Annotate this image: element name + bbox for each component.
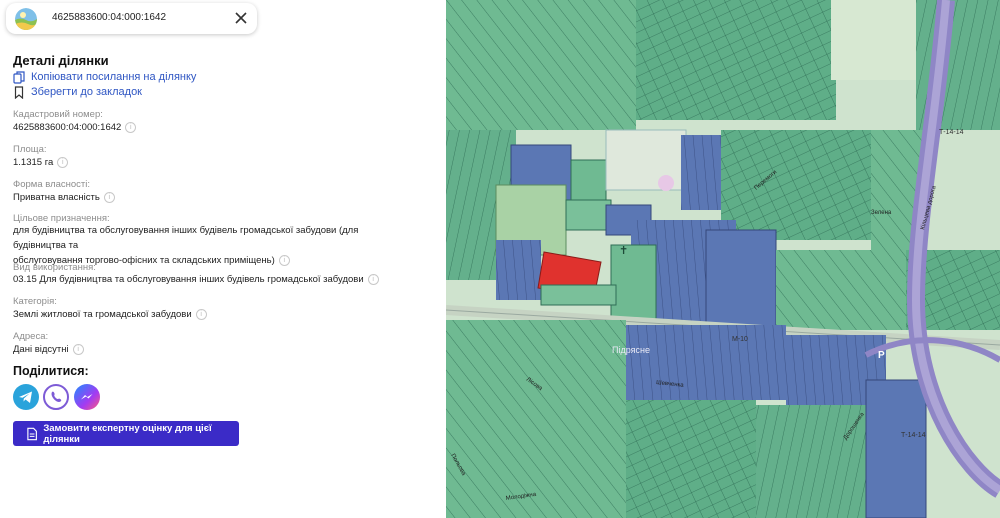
usage-value: 03.15 Для будівництва та обслуговування … (13, 272, 413, 287)
category-label: Категорія: (13, 296, 57, 307)
order-evaluation-button[interactable]: Замовити експертну оцінку для цієї ділян… (13, 421, 239, 446)
cadastral-map[interactable]: ✝ Т-14-14 Т-14-14 М-10 Підрясне P Шевчен… (446, 0, 1000, 518)
info-icon[interactable]: i (195, 308, 207, 320)
address-label: Адреса: (13, 331, 49, 342)
info-icon[interactable]: i (278, 254, 290, 266)
parcel-blue (705, 229, 777, 331)
app-logo-icon (15, 8, 37, 30)
ownership-value: Приватна власність i (13, 190, 413, 205)
area-value: 1.1315 га i (13, 155, 413, 170)
road-label-m10: М-10 (732, 336, 748, 343)
parcel-block (721, 130, 871, 240)
parcel-block (626, 400, 756, 518)
close-icon[interactable] (233, 10, 249, 26)
area-label: Площа: (13, 144, 47, 155)
point-of-interest (658, 175, 674, 191)
district-label: Підрясне (612, 345, 650, 355)
copy-link-button[interactable]: Копіювати посилання на ділянку (13, 70, 196, 84)
parcel-blue (626, 325, 786, 400)
parcel-green (540, 284, 617, 306)
details-title: Деталі ділянки (13, 53, 109, 68)
ownership-label: Форма власності: (13, 179, 91, 190)
parcel-green (610, 244, 657, 326)
share-title: Поділитися: (13, 364, 89, 378)
bookmark-label: Зберегти до закладок (31, 86, 142, 98)
copy-icon (13, 70, 25, 84)
parcel-blue (865, 379, 927, 518)
cadastral-value: 4625883600:04:000:1642 i (13, 120, 413, 135)
road-label-t1414: Т-14-14 (939, 129, 964, 136)
parcel-green (565, 199, 612, 231)
info-icon[interactable]: i (72, 343, 84, 355)
bookmark-icon (14, 85, 24, 99)
parcel-block (446, 320, 626, 518)
messenger-icon[interactable] (74, 384, 100, 410)
viber-icon[interactable] (43, 384, 69, 410)
order-evaluation-label: Замовити експертну оцінку для цієї ділян… (43, 422, 212, 445)
parcel-block (776, 250, 906, 330)
parcel-blue (681, 135, 721, 210)
church-icon: ✝ (619, 245, 628, 257)
bookmark-button[interactable]: Зберегти до закладок (13, 85, 142, 99)
cadastral-label: Кадастровий номер: (13, 109, 103, 120)
info-icon[interactable]: i (125, 121, 137, 133)
parking-icon: P (878, 350, 885, 361)
open-area (605, 129, 687, 191)
address-value: Дані відсутні i (13, 342, 413, 357)
purpose-line-1: для будівництва та обслуговування інших … (13, 225, 359, 251)
road-label-t1414-south: Т-14-14 (901, 432, 926, 439)
parcel-block (636, 0, 836, 120)
parcel-block (446, 0, 636, 130)
details-panel: 4625883600:04:000:1642 Деталі ділянки Ко… (0, 0, 446, 518)
copy-link-label: Копіювати посилання на ділянку (31, 71, 197, 83)
search-input[interactable]: 4625883600:04:000:1642 (52, 12, 166, 23)
search-box[interactable]: 4625883600:04:000:1642 (6, 3, 257, 34)
info-icon[interactable]: i (367, 273, 379, 285)
street-label: Зелена (871, 210, 892, 216)
category-value: Землі житлової та громадської забудови i (13, 307, 413, 322)
parcel-blue (496, 240, 541, 300)
info-icon[interactable]: i (57, 156, 69, 168)
parcel-green (570, 159, 607, 201)
document-icon (27, 427, 37, 440)
info-icon[interactable]: i (103, 191, 115, 203)
telegram-icon[interactable] (13, 384, 39, 410)
